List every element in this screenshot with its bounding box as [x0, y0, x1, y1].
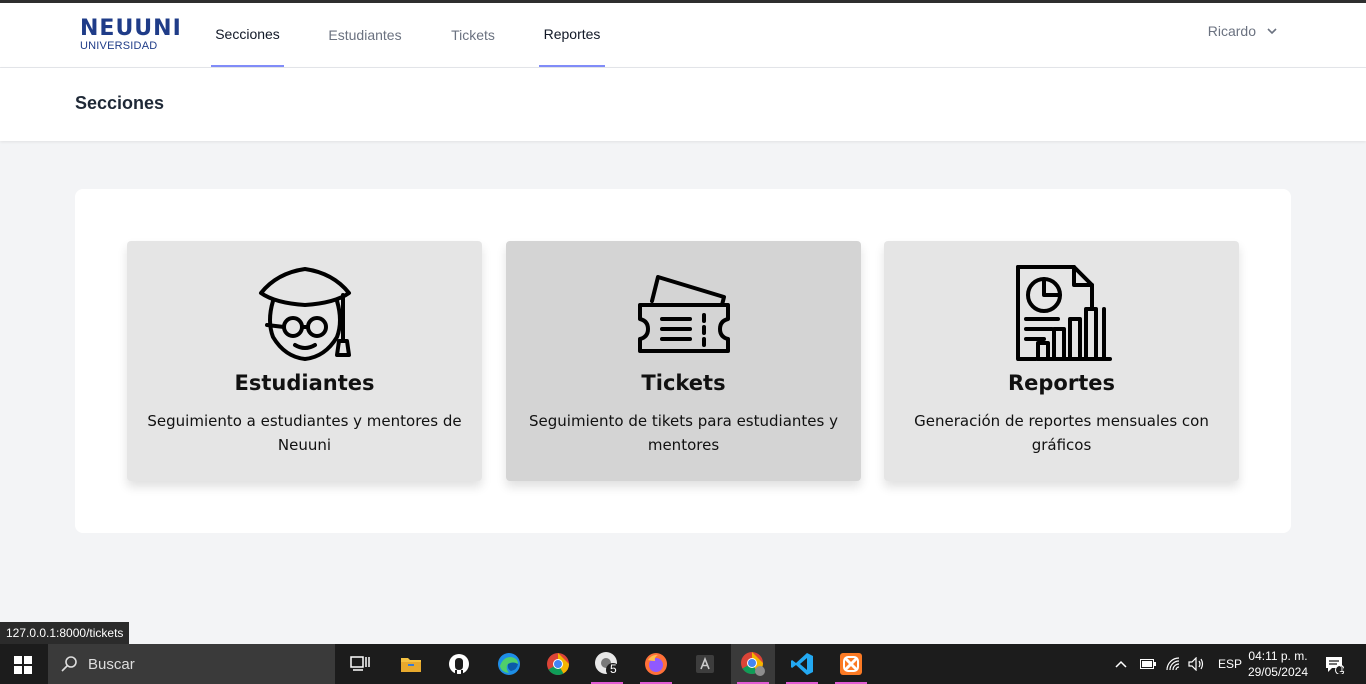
- search-icon: [61, 656, 77, 672]
- windows-start-icon[interactable]: [14, 656, 32, 674]
- input-language[interactable]: ESP: [1218, 657, 1242, 671]
- nav-link-estudiantes[interactable]: Estudiantes: [324, 3, 406, 67]
- firefox-browser-icon[interactable]: [634, 644, 678, 684]
- top-navbar: NEUUNI UNIVERSIDAD Secciones Estudiantes…: [0, 3, 1366, 68]
- chrome-profile-icon[interactable]: 5: [585, 644, 629, 684]
- chevron-down-icon: [1267, 28, 1277, 35]
- windows-taskbar: Buscar 5 ESP 04:11 p. m. 29/05/2024 1: [0, 644, 1366, 684]
- file-explorer-icon[interactable]: [389, 644, 433, 684]
- card-description: Seguimiento a estudiantes y mentores de …: [147, 412, 462, 454]
- page-header: Secciones: [0, 68, 1366, 141]
- brand-logo[interactable]: NEUUNI UNIVERSIDAD: [80, 16, 182, 54]
- graduate-student-icon: [258, 267, 351, 361]
- status-bar-url: 127.0.0.1:8000/tickets: [0, 622, 130, 644]
- edge-browser-icon[interactable]: [487, 644, 531, 684]
- card-tickets[interactable]: Tickets Seguimiento de tikets para estud…: [506, 241, 861, 481]
- page-title: Secciones: [75, 93, 165, 113]
- card-description: Generación de reportes mensuales con grá…: [914, 412, 1209, 454]
- nav-link-secciones[interactable]: Secciones: [211, 3, 284, 67]
- notification-center-icon[interactable]: 1: [1314, 644, 1354, 684]
- system-tray: ESP: [1114, 644, 1242, 684]
- vscode-icon[interactable]: [780, 644, 824, 684]
- font-app-icon[interactable]: [683, 644, 727, 684]
- logo-wordmark: NEUUNI: [80, 16, 182, 41]
- show-hidden-icons-chevron-icon[interactable]: [1114, 659, 1128, 669]
- user-dropdown[interactable]: Ricardo: [1208, 23, 1278, 39]
- clock-date: 29/05/2024: [1247, 665, 1308, 679]
- notification-count: 1: [1339, 664, 1345, 675]
- card-title: Reportes: [1007, 371, 1115, 395]
- battery-icon[interactable]: [1140, 659, 1156, 669]
- nav-link-tickets[interactable]: Tickets: [446, 3, 500, 67]
- xampp-icon[interactable]: [829, 644, 873, 684]
- card-estudiantes[interactable]: Estudiantes Seguimiento a estudiantes y …: [127, 241, 482, 481]
- taskbar-search[interactable]: Buscar: [48, 644, 335, 684]
- chrome-browser-icon[interactable]: [536, 644, 580, 684]
- chrome-window-count: 5: [610, 662, 617, 676]
- logo-subtitle: UNIVERSIDAD: [80, 40, 158, 52]
- card-title: Estudiantes: [234, 371, 375, 395]
- user-name: Ricardo: [1207, 23, 1256, 39]
- wifi-icon[interactable]: [1166, 657, 1180, 671]
- ticket-icon: [637, 275, 730, 353]
- task-view-icon[interactable]: [338, 644, 382, 684]
- card-description: Seguimiento de tikets para estudiantes y…: [529, 412, 838, 454]
- taskbar-clock[interactable]: 04:11 p. m. 29/05/2024: [1248, 648, 1308, 680]
- search-placeholder: Buscar: [88, 655, 135, 673]
- report-chart-icon: [1015, 265, 1112, 361]
- github-desktop-icon[interactable]: [437, 644, 481, 684]
- clock-time: 04:11 p. m.: [1248, 649, 1308, 663]
- volume-icon[interactable]: [1188, 657, 1206, 671]
- card-title: Tickets: [641, 371, 726, 395]
- chrome-active-window-icon[interactable]: [731, 644, 775, 684]
- card-reportes[interactable]: Reportes Generación de reportes mensuale…: [884, 241, 1239, 481]
- nav-link-reportes[interactable]: Reportes: [539, 3, 605, 67]
